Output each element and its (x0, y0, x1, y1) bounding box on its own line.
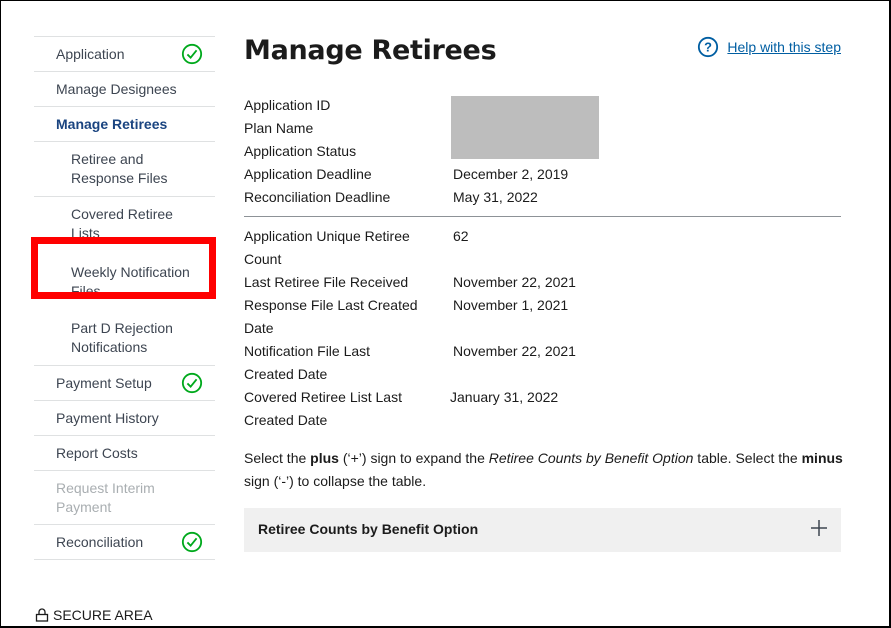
check-circle-icon (181, 531, 203, 553)
sidebar-item-label: Retiree and Response Files (71, 151, 168, 186)
plus-icon[interactable] (811, 520, 827, 536)
text-span: (‘+’) sign to expand the (338, 450, 489, 466)
redacted-block (451, 96, 599, 159)
sidebar-item-label: Request Interim Payment (56, 480, 155, 515)
sidebar-item-label: Covered Retiree Lists (71, 206, 173, 241)
page-title: Manage Retirees (244, 35, 497, 66)
sidebar-subitem-part-d-rejection-notifications[interactable]: Part D Rejection Notifications (34, 315, 215, 366)
info-label: Response File Last Created Date (244, 294, 453, 340)
sidebar-item-reconciliation[interactable]: Reconciliation (34, 525, 215, 560)
info-row: Covered Retiree List Last Created Date Jan… (244, 386, 576, 432)
info-row: Response File Last Created Date November 1… (244, 294, 576, 340)
info-label: Plan Name (244, 120, 314, 136)
info-value: November 1, 2021 (453, 297, 569, 313)
sidebar-item-label: Payment History (56, 410, 159, 426)
sidebar-item-label: Part D Rejection Notifications (71, 320, 173, 355)
info-label-line: Application Unique Retiree (244, 228, 410, 244)
info-label-line: Notification File Last (244, 343, 371, 359)
lock-icon (35, 608, 49, 622)
info-value: December 2, 2019 (453, 166, 569, 182)
sidebar-subitem-covered-retiree-lists[interactable]: Covered Retiree Lists (34, 197, 215, 257)
info-label: Covered Retiree List Last Created Date (244, 386, 453, 432)
divider (244, 216, 841, 217)
sidebar-item-label: Manage Designees (56, 81, 177, 97)
text-span: Select the (244, 450, 311, 466)
retiree-counts-accordion[interactable]: Retiree Counts by Benefit Option (244, 508, 841, 552)
secure-area-label: SECURE AREA (35, 607, 153, 623)
info-value: 62 (453, 228, 469, 244)
secure-area-text: SECURE AREA (53, 607, 153, 623)
info-label-line: Created Date (244, 366, 328, 382)
svg-text:?: ? (704, 40, 712, 55)
info-row: Application Unique Retiree Count 62 (244, 225, 576, 271)
help-link[interactable]: ? Help with this step (697, 36, 841, 58)
sidebar-item-report-costs[interactable]: Report Costs (34, 436, 215, 471)
sidebar-subitem-weekly-notification-files[interactable]: Weekly Notification Files (34, 257, 215, 315)
info-value: November 22, 2021 (453, 343, 576, 359)
sidebar-item-label: Payment Setup (56, 375, 152, 391)
info-value: January 31, 2022 (450, 389, 559, 405)
help-link-label: Help with this step (727, 39, 841, 55)
info-label: Reconciliation Deadline (244, 189, 391, 205)
info-row: Reconciliation Deadline May 31, 2022 (244, 186, 568, 209)
instructions-text: Select the plus (‘+’) sign to expand the… (244, 447, 844, 493)
info-label-line: Count (244, 251, 282, 267)
text-span: table. Select the (693, 450, 802, 466)
sidebar-item-label: Application (56, 46, 125, 62)
text-bold: plus (310, 450, 339, 466)
sidebar-nav: Application Manage Designees Manage Reti… (34, 36, 215, 560)
sidebar-item-label: Report Costs (56, 445, 138, 461)
info-row: Notification File Last Created Date Novemb… (244, 340, 576, 386)
sidebar-item-manage-designees[interactable]: Manage Designees (34, 72, 215, 107)
accordion-title: Retiree Counts by Benefit Option (258, 521, 479, 537)
info-label: Last Retiree File Received (244, 274, 409, 290)
info-label-line: Date (244, 320, 274, 336)
retiree-info: Application Unique Retiree Count 62 Last R… (244, 225, 576, 432)
check-circle-icon (181, 372, 203, 394)
sidebar-item-payment-history[interactable]: Payment History (34, 401, 215, 436)
sidebar-item-label: Weekly Notification Files (71, 264, 190, 299)
info-row: Application Deadline December 2, 2019 (244, 163, 568, 186)
help-icon: ? (698, 36, 719, 58)
text-italic: Retiree Counts by Benefit Option (488, 450, 694, 466)
info-row: Last Retiree File Received November 22, 2… (244, 271, 576, 294)
info-label: Application Status (244, 143, 357, 159)
info-value: May 31, 2022 (453, 189, 538, 205)
info-label-line: Created Date (244, 412, 328, 428)
sidebar-item-label: Manage Retirees (56, 116, 168, 132)
info-label: Notification File Last Created Date (244, 340, 453, 386)
sidebar-item-manage-retirees[interactable]: Manage Retirees (34, 107, 215, 142)
text-span: sign (‘-’) to collapse the table. (244, 473, 427, 489)
check-circle-icon (181, 43, 203, 65)
info-label: Application ID (244, 97, 331, 113)
info-label: Application Unique Retiree Count (244, 225, 453, 271)
sidebar-item-label: Reconciliation (56, 534, 144, 550)
info-label: Application Deadline (244, 166, 372, 182)
sidebar-item-payment-setup[interactable]: Payment Setup (34, 366, 215, 401)
info-label-line: Response File Last Created (244, 297, 418, 313)
info-value: November 22, 2021 (453, 274, 576, 290)
info-label-line: Covered Retiree List Last (244, 389, 402, 405)
sidebar-item-request-interim-payment: Request Interim Payment (34, 471, 215, 525)
sidebar-item-application[interactable]: Application (34, 36, 215, 72)
text-bold: minus (801, 450, 843, 466)
sidebar-subitem-retiree-response-files[interactable]: Retiree and Response Files (34, 142, 215, 197)
